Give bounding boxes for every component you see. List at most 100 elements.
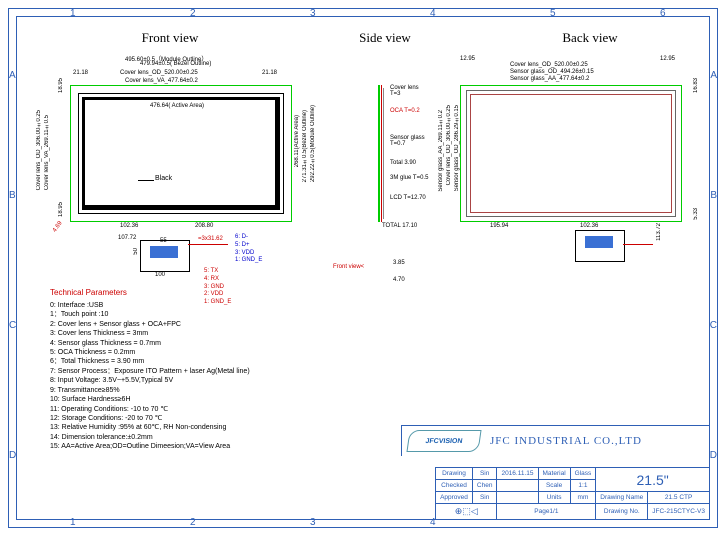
ruler-col-2b: 2 xyxy=(190,517,196,528)
back-view-title: Back view xyxy=(540,30,640,46)
val-size: 21.5" xyxy=(596,468,710,492)
fv-modh: 292.22±0.5(Module Outline) xyxy=(310,105,316,182)
sv-sensor-l: Sensor glass T=0.7 xyxy=(390,135,425,147)
ruler-col-6: 6 xyxy=(660,8,666,19)
fv-va268: 268.11(Active Area) xyxy=(294,115,300,167)
lbl-approved: Approved xyxy=(436,492,473,504)
lbl-dno: Drawing No. xyxy=(596,504,648,520)
fv-208: 208.80 xyxy=(195,223,213,229)
lbl-checked: Checked xyxy=(436,480,473,492)
tech-l9: 9: Transmittance≥85% xyxy=(50,386,250,395)
tech-l5: 5: OCA Thickness = 0.2mm xyxy=(50,348,250,357)
lbl-drawing: Drawing xyxy=(436,468,473,480)
fv-black-leader xyxy=(138,180,154,181)
bv-vsod: Sensor glass_OD_286.29±0.15 xyxy=(454,105,460,191)
sv-470: 4.70 xyxy=(393,277,405,283)
side-view-title: Side view xyxy=(345,30,425,46)
tech-l14: 14: Dimension tolerance:±0.2mm xyxy=(50,433,250,442)
lbl-units: Units xyxy=(538,492,570,504)
wr4: 4: RX xyxy=(204,276,231,284)
fv-cover-od: Cover lens_OD_520.00±0.25 xyxy=(120,70,198,76)
wb3: 3: VDD xyxy=(235,250,262,258)
tech-l11: 11: Operating Conditions: -10 to 70 ℃ xyxy=(50,405,250,414)
fv-conn-w: 100 xyxy=(155,272,165,278)
ruler-col-2: 2 xyxy=(190,8,196,19)
tech-l4: 4: Sensor glass Thickness = 0.7mm xyxy=(50,339,250,348)
tech-l0: 0: Interface :USB xyxy=(50,301,250,310)
val-units: mm xyxy=(570,492,596,504)
fv-pitch: =3x31.62 xyxy=(198,236,223,242)
tech-l10: 10: Surface Hardness≥6H xyxy=(50,395,250,404)
bv-195: 195.94 xyxy=(490,223,508,229)
ruler-row-dr: D xyxy=(710,450,717,461)
sv-glue: 3M glue T=0.5 xyxy=(390,175,428,181)
tech-l8: 8: Input Voltage: 3.5V~+5.5V,Typical 5V xyxy=(50,376,250,385)
lbl-dname: Drawing Name xyxy=(596,492,648,504)
ruler-row-a: A xyxy=(9,70,16,81)
sv-oca xyxy=(381,85,382,222)
ruler-col-1b: 1 xyxy=(70,517,76,528)
ruler-row-cr: C xyxy=(710,320,717,331)
proj-symbol: ⊕⬚◁ xyxy=(436,504,497,520)
sv-cl: Cover lens T=3 xyxy=(390,85,419,97)
fv-red-wires xyxy=(188,244,228,245)
sv-frontarrow: Front view< xyxy=(333,264,364,270)
tech-title: Technical Parameters xyxy=(50,288,250,299)
technical-parameters: Technical Parameters 0: Interface :USB 1… xyxy=(50,288,250,452)
tech-l2: 2: Cover lens + Sensor glass + OCA+FPC xyxy=(50,320,250,329)
val-partno: JFC-215CTYC-V3 xyxy=(648,504,710,520)
ruler-row-d: D xyxy=(9,450,16,461)
drawing-sheet: 1 2 3 4 5 6 1 2 3 4 A B C D A B C D Fron… xyxy=(0,0,726,536)
sv-sensor xyxy=(383,88,384,219)
val-glass: Glass xyxy=(570,468,596,480)
ruler-col-3b: 3 xyxy=(310,517,316,528)
fv-vert-va: Cover lens_VA_269.11±0.5 xyxy=(44,115,50,190)
bv-redw xyxy=(623,244,653,245)
ruler-row-br: B xyxy=(710,190,717,201)
sv-oca-l: OCA T=0.2 xyxy=(390,108,420,114)
fv-conn-h: 50 xyxy=(133,248,139,255)
val-sin2: Sin xyxy=(472,492,497,504)
bv-533: 5.33 xyxy=(693,208,699,220)
sv-t390: Total 3.90 xyxy=(390,160,416,166)
fv-black-label: Black xyxy=(155,175,172,182)
sv-cover xyxy=(378,85,380,222)
wb6: 6: D- xyxy=(235,234,262,242)
ruler-row-b: B xyxy=(9,190,16,201)
val-scale: 1:1 xyxy=(570,480,596,492)
fv-active-area: 476.64( Active Area) xyxy=(150,103,204,109)
wb1: 1: GND_E xyxy=(235,257,262,265)
tech-l15: 15: AA=Active Area;OD=Outline Dimeesion;… xyxy=(50,442,250,451)
val-chen: Chen xyxy=(472,480,497,492)
fv-conn55: 55 xyxy=(160,238,167,244)
ruler-col-3: 3 xyxy=(310,8,316,19)
sv-total: TOTAL 17.10 xyxy=(382,223,417,229)
val-date: 2016.11.15 xyxy=(497,468,538,480)
ruler-row-c: C xyxy=(9,320,16,331)
wb5: 5: D+ xyxy=(235,242,262,250)
bv-cov-od: Cover lens_OD_520.00±0.25 xyxy=(510,62,588,68)
val-page: Page1/1 xyxy=(497,504,596,520)
fv-active-rect xyxy=(85,100,275,205)
bv-1683: 16.83 xyxy=(693,78,699,93)
sv-385: 3.85 xyxy=(393,260,405,266)
bv-sen-va: Sensor glass_AA_477.64±0.2 xyxy=(510,76,589,82)
ruler-col-4: 4 xyxy=(430,8,436,19)
tech-l12: 12: Storage Conditions: -20 to 70 ℃ xyxy=(50,414,250,423)
bv-102: 102.36 xyxy=(580,223,598,229)
bv-12r: 12.95 xyxy=(660,56,675,62)
fv-left: 21.18 xyxy=(73,70,88,76)
ruler-col-5: 5 xyxy=(550,8,556,19)
tech-l6: 6：Total Thickness = 3.90 mm xyxy=(50,357,250,366)
fv-gap-bl: 18.95 xyxy=(58,202,64,217)
title-block-header: JFCVISION JFC INDUSTRIAL CO.,LTD xyxy=(401,425,710,456)
bv-vod: Cover lens_OD_306.00±0.25 xyxy=(446,105,452,185)
fv-107: 107.72 xyxy=(118,235,136,241)
bv-12l: 12.95 xyxy=(460,56,475,62)
title-block: Drawing Sin 2016.11.15 Material Glass 21… xyxy=(435,467,710,520)
bv-113: 113.72 xyxy=(656,223,662,241)
tech-l7: 7: Sensor Process：Exposure ITO Pattern +… xyxy=(50,367,250,376)
fv-gap-tl: 18.95 xyxy=(58,78,64,93)
front-view-title: Front view xyxy=(120,30,220,46)
bv-chip xyxy=(585,236,613,248)
